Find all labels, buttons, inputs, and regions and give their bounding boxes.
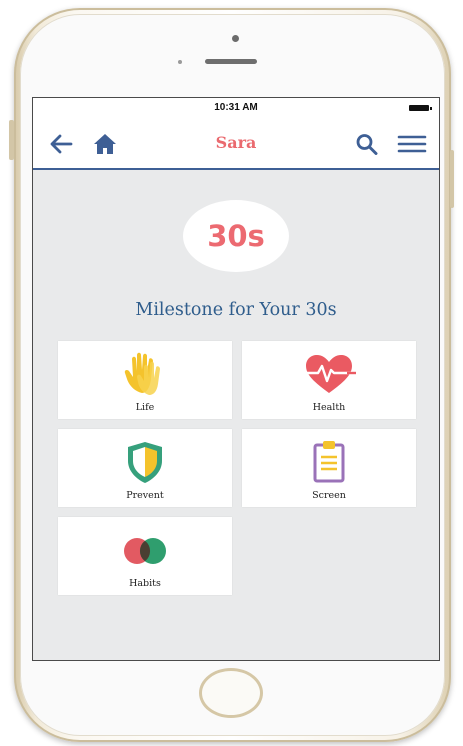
clipboard-icon: [313, 441, 345, 483]
category-tile-life[interactable]: Life: [58, 341, 232, 419]
hamburger-menu-icon[interactable]: [397, 133, 427, 155]
status-time: 10:31 AM: [214, 102, 258, 113]
earpiece-speaker: [205, 59, 257, 64]
home-button[interactable]: [199, 668, 263, 718]
category-label: Screen: [312, 490, 346, 501]
front-camera: [232, 35, 239, 42]
app-header: Sara: [33, 118, 439, 170]
category-tile-health[interactable]: Health: [242, 341, 416, 419]
power-button: [450, 150, 454, 208]
milestone-heading: Milestone for Your 30s: [135, 300, 337, 320]
category-label: Prevent: [126, 490, 164, 501]
app-screen: 10:31 AM Sara 30s Milestone for Your 30s…: [32, 97, 440, 661]
category-label: Habits: [129, 578, 161, 589]
category-label: Health: [312, 402, 346, 413]
search-icon[interactable]: [355, 133, 379, 155]
back-arrow-icon[interactable]: [49, 133, 73, 155]
habits-icon: [124, 538, 166, 564]
category-tile-habits[interactable]: Habits: [58, 517, 232, 595]
category-tile-screen[interactable]: Screen: [242, 429, 416, 507]
category-label: Life: [135, 402, 155, 413]
battery-icon: [409, 105, 432, 111]
shield-icon: [128, 442, 162, 483]
volume-button: [9, 120, 14, 160]
status-bar: 10:31 AM: [33, 98, 439, 118]
category-tile-prevent[interactable]: Prevent: [58, 429, 232, 507]
home-icon[interactable]: [93, 133, 117, 155]
heartbeat-icon: [302, 355, 356, 393]
proximity-sensor: [178, 60, 182, 64]
age-badge: 30s: [183, 200, 289, 272]
hand-icon: [124, 352, 160, 395]
